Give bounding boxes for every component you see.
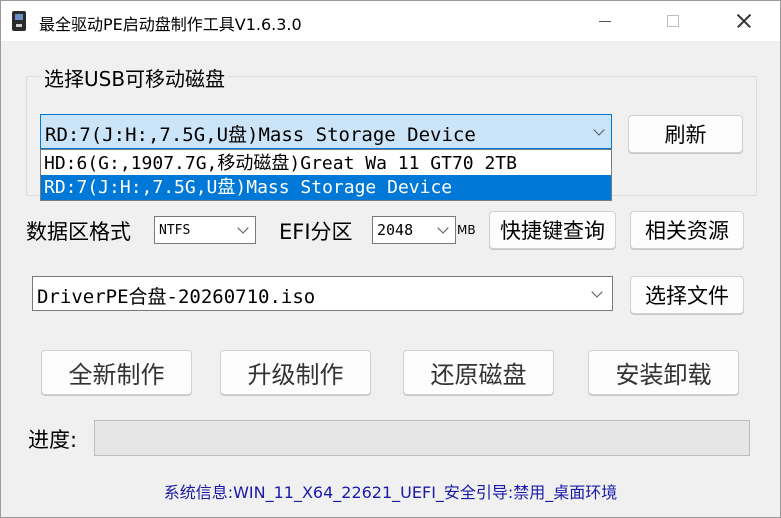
refresh-button[interactable]: 刷新 xyxy=(628,115,743,153)
window-title: 最全驱动PE启动盘制作工具V1.6.3.0 xyxy=(39,15,302,34)
efi-unit-label: MB xyxy=(457,223,476,237)
usb-device-option-selected[interactable]: RD:7(J:H:,7.5G,U盘)Mass Storage Device xyxy=(41,175,611,200)
choose-file-button[interactable]: 选择文件 xyxy=(630,276,744,314)
chevron-down-icon xyxy=(437,222,449,234)
minimize-icon xyxy=(599,20,611,22)
chevron-down-icon xyxy=(237,222,249,234)
new-make-button[interactable]: 全新制作 xyxy=(41,350,192,395)
system-info-text: 系统信息:WIN_11_X64_22621_UEFI_安全引导:禁用_桌面环境 xyxy=(163,483,618,502)
chevron-down-icon xyxy=(593,124,605,136)
usb-group-title: 选择USB可移动磁盘 xyxy=(41,63,229,92)
usb-drive-icon xyxy=(12,11,26,31)
progress-label: 进度: xyxy=(28,428,78,452)
title-bar: 最全驱动PE启动盘制作工具V1.6.3.0 xyxy=(1,1,780,41)
efi-partition-label: EFI分区 xyxy=(279,220,353,244)
iso-file-value: DriverPE合盘-20260710.iso xyxy=(37,286,316,308)
usb-device-select[interactable]: RD:7(J:H:,7.5G,U盘)Mass Storage Device xyxy=(40,114,612,149)
install-uninstall-button[interactable]: 安装卸载 xyxy=(588,350,739,395)
usb-device-value: RD:7(J:H:,7.5G,U盘)Mass Storage Device xyxy=(45,124,476,146)
restore-disk-button[interactable]: 还原磁盘 xyxy=(403,350,554,395)
minimize-button[interactable] xyxy=(582,1,628,41)
progress-bar xyxy=(94,420,750,456)
close-button[interactable] xyxy=(721,1,767,41)
data-format-label: 数据区格式 xyxy=(26,220,131,244)
usb-device-option[interactable]: HD:6(G:,1907.7G,移动磁盘)Great Wa 11 GT70 2T… xyxy=(41,151,611,176)
efi-size-value: 2048 xyxy=(377,221,414,239)
shortcut-query-button[interactable]: 快捷键查询 xyxy=(489,211,616,249)
data-format-select[interactable]: NTFS xyxy=(154,216,256,244)
upgrade-make-button[interactable]: 升级制作 xyxy=(220,350,371,395)
related-resources-button[interactable]: 相关资源 xyxy=(630,211,744,249)
data-format-value: NTFS xyxy=(159,223,191,238)
main-window: 最全驱动PE启动盘制作工具V1.6.3.0 选择USB可移动磁盘 RD:7(J:… xyxy=(0,0,781,518)
maximize-icon xyxy=(667,15,679,27)
maximize-button[interactable] xyxy=(650,1,696,41)
usb-device-dropdown-list: HD:6(G:,1907.7G,移动磁盘)Great Wa 11 GT70 2T… xyxy=(40,149,612,201)
chevron-down-icon xyxy=(591,286,603,298)
efi-size-select[interactable]: 2048 xyxy=(372,216,456,244)
close-icon xyxy=(737,14,751,28)
iso-file-select[interactable]: DriverPE合盘-20260710.iso xyxy=(32,276,613,311)
